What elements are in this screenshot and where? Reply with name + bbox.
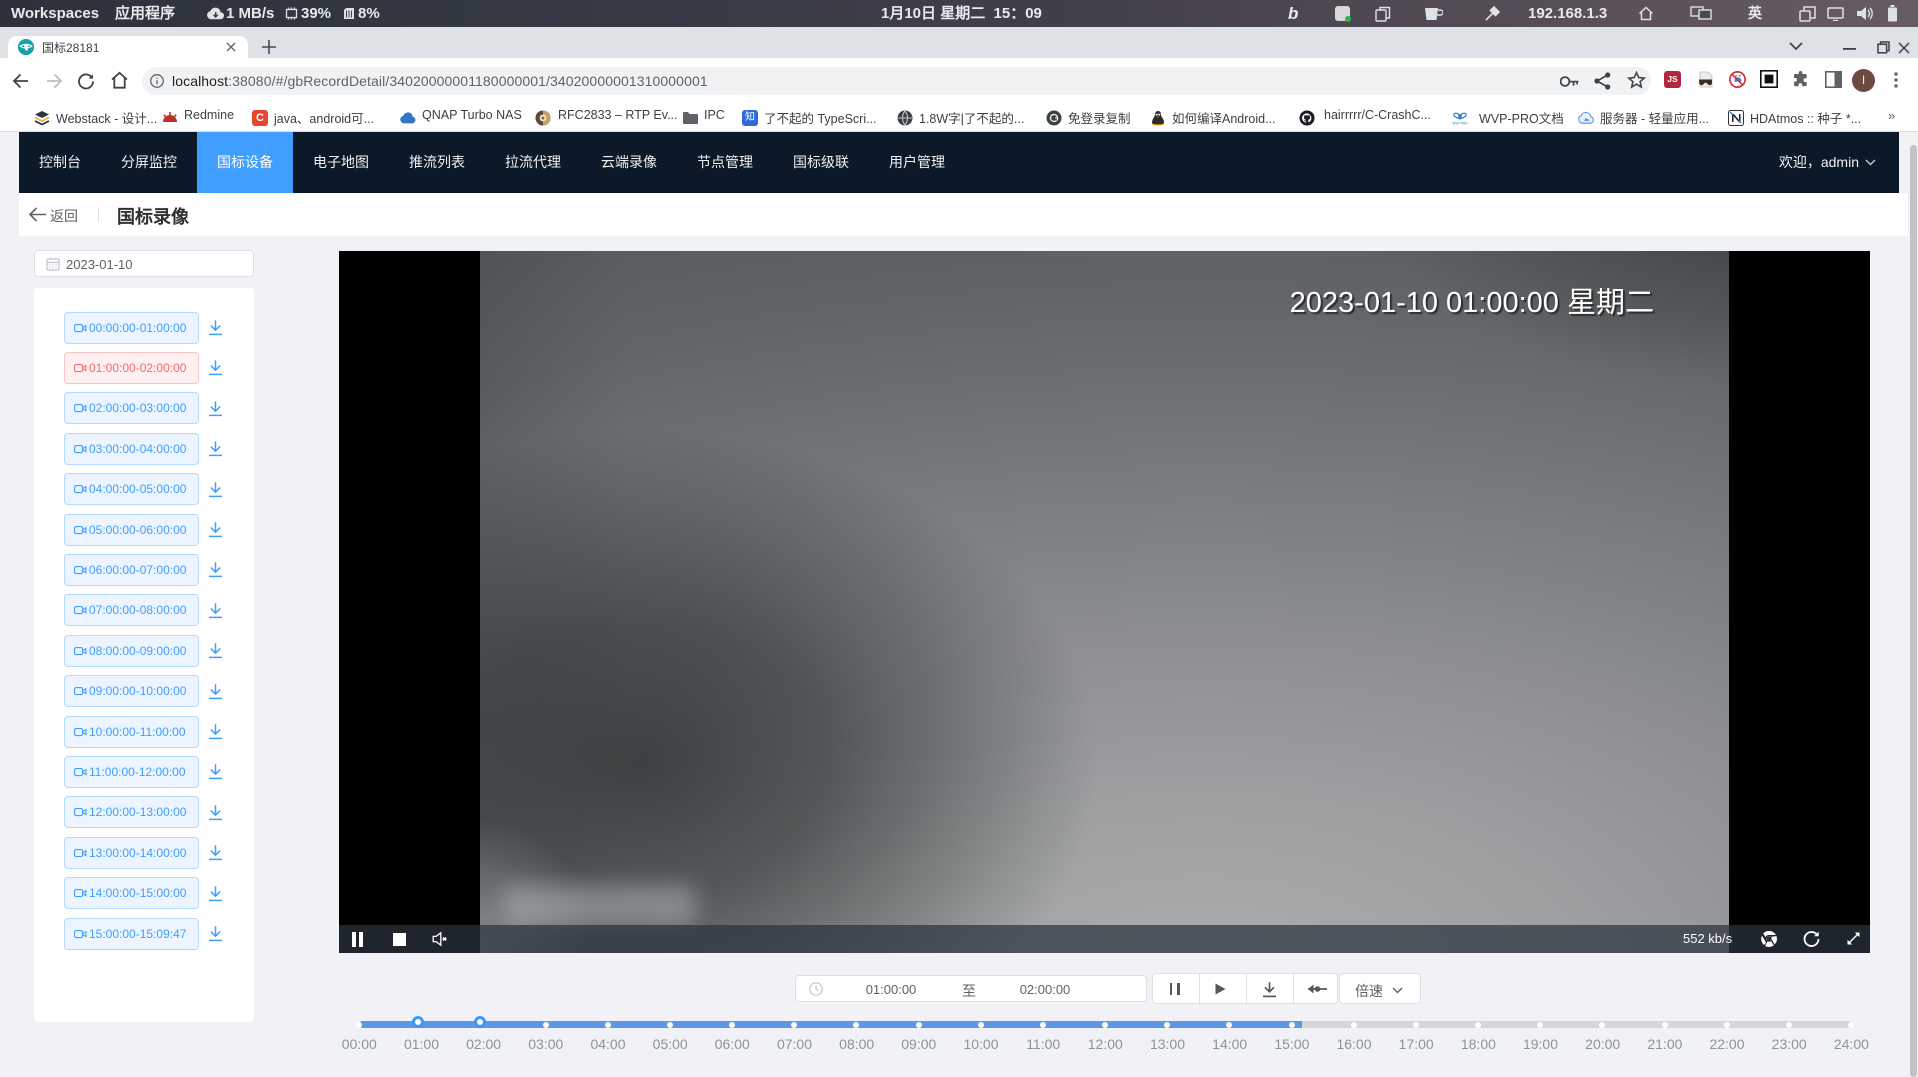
svg-text:WVP-PRO: WVP-PRO	[1452, 122, 1468, 126]
